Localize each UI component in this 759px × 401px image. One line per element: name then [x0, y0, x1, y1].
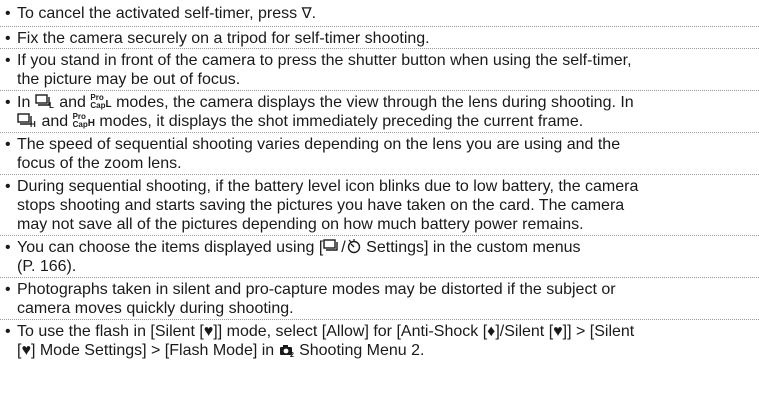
note-line: [♥] Mode Settings] > [Flash Mode] in 2 S…: [17, 341, 425, 362]
note-line: H and Pro Cap H modes, it displays the sho…: [17, 112, 583, 133]
note-text: may not save all of the pictures dependi…: [17, 216, 584, 233]
note-text: stops shooting and starts saving the pic…: [17, 197, 625, 214]
sequential-shooting-icon: [323, 238, 341, 259]
list-item: • You can choose the items displayed usi…: [0, 236, 759, 278]
note-text: camera moves quickly during shooting.: [17, 300, 294, 317]
note-line: In L and Pro Cap L modes, the camera displ…: [17, 93, 634, 114]
note-text: modes, the camera displays the view thro…: [111, 94, 634, 111]
bullet: •: [5, 30, 11, 47]
note-text: To cancel the activated self-timer, pres…: [17, 5, 302, 22]
note-text: (P. 166).: [17, 258, 77, 275]
note-text: You can choose the items displayed using…: [17, 239, 324, 256]
pro-capture-low-icon: Pro Cap: [90, 93, 106, 110]
note-text: If you stand in front of the camera to p…: [17, 52, 632, 69]
list-item: • To cancel the activated self-timer, pr…: [0, 0, 759, 27]
list-item: • The speed of sequential shooting varie…: [0, 133, 759, 175]
triangle-down-icon: ∇: [301, 5, 312, 22]
mode-subscript: H: [87, 118, 95, 129]
bullet: •: [5, 281, 11, 298]
bullet: •: [5, 5, 11, 22]
note-text: Mode Settings] > [Flash Mode] in: [35, 342, 279, 359]
note-line: To use the flash in [Silent [♥]] mode, s…: [17, 322, 634, 341]
note-text: Shooting Menu 2.: [294, 342, 425, 359]
bullet: •: [5, 178, 11, 195]
bullet: •: [5, 136, 11, 153]
sequential-shooting-low-icon: L: [35, 93, 55, 114]
list-item: • Fix the camera securely on a tripod fo…: [0, 27, 759, 49]
list-item: • If you stand in front of the camera to…: [0, 49, 759, 91]
note-text: Photographs taken in silent and pro-capt…: [17, 281, 616, 298]
bullet: •: [5, 52, 11, 69]
svg-text:H: H: [30, 120, 36, 128]
notes-list: • To cancel the activated self-timer, pr…: [0, 0, 759, 401]
note-text: During sequential shooting, if the batte…: [17, 178, 639, 195]
note-text: focus of the zoom lens.: [17, 155, 182, 172]
bullet: •: [5, 94, 11, 111]
note-text: To use the flash in [Silent: [17, 323, 200, 340]
heart-icon: [♥]: [199, 323, 218, 340]
note-text: ] mode, select [Allow] for [Anti-Shock: [217, 323, 483, 340]
svg-text:2: 2: [290, 352, 294, 357]
camera-shooting-menu-icon: 2: [279, 343, 295, 362]
heart-icon: [♥]: [17, 342, 36, 359]
svg-text:L: L: [49, 101, 54, 109]
pro-capture-high-icon: Pro Cap: [72, 112, 88, 129]
note-text: and: [37, 113, 73, 130]
note-text: Fix the camera securely on a tripod for …: [17, 30, 430, 47]
heart-icon: [♥]: [548, 323, 568, 340]
list-item: • In L and Pro Cap L modes, the camera dis…: [0, 91, 759, 133]
bullet: •: [5, 239, 11, 256]
note-text: modes, it displays the shot immediately …: [94, 113, 584, 130]
note-text: the picture may be out of focus.: [17, 71, 241, 88]
note-text: Settings] in the custom menus: [361, 239, 581, 256]
note-text: In: [17, 94, 35, 111]
list-item: • During sequential shooting, if the bat…: [0, 175, 759, 236]
note-text: and: [54, 94, 91, 111]
sequential-shooting-high-icon: H: [17, 112, 37, 133]
note-text: /Silent: [499, 323, 549, 340]
note-text: The speed of sequential shooting varies …: [17, 136, 621, 153]
list-item: • To use the flash in [Silent [♥]] mode,…: [0, 320, 759, 401]
diamond-icon: [♦]: [482, 323, 500, 340]
note-line: You can choose the items displayed using…: [17, 238, 581, 259]
note-line: To cancel the activated self-timer, pres…: [17, 5, 317, 22]
note-text: ] > [Silent: [567, 323, 635, 340]
bullet: •: [5, 323, 11, 340]
list-item: • Photographs taken in silent and pro-ca…: [0, 278, 759, 320]
self-timer-icon: [346, 238, 362, 259]
